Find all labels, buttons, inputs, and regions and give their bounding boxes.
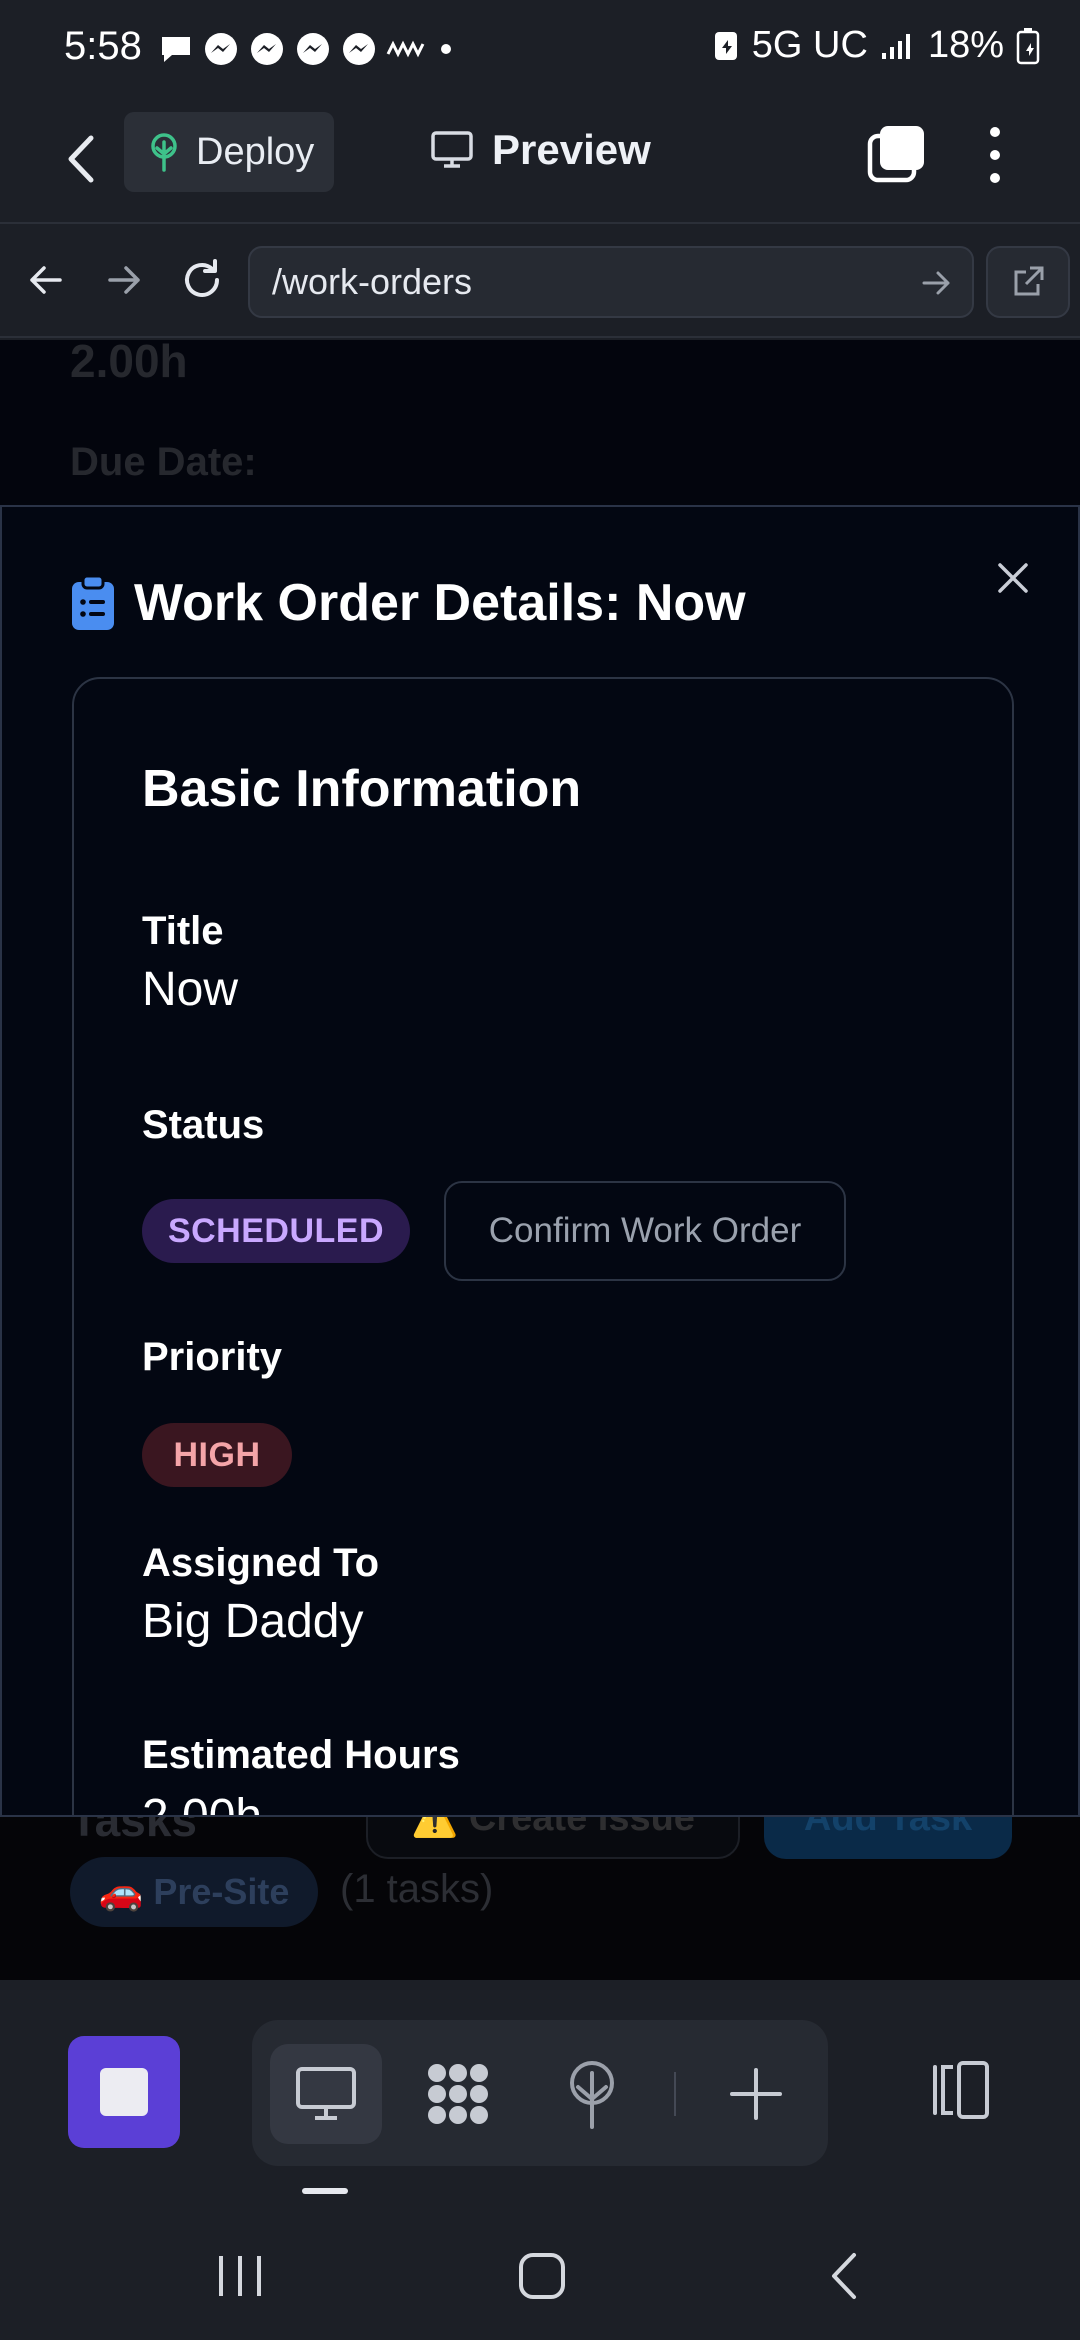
screen: 5:58 5G UC 18% Deploy Preview /work-orde… <box>0 0 1080 2340</box>
apps-view-button[interactable] <box>402 2044 514 2144</box>
work-order-modal: Work Order Details: Now Basic Informatio… <box>0 505 1080 1817</box>
messenger-icon <box>343 33 375 65</box>
panel-toggle-icon <box>933 2061 989 2119</box>
stop-button[interactable] <box>68 2036 180 2148</box>
estimated-hours-value: 2.00h <box>142 1790 263 1817</box>
chevron-left-icon <box>68 135 94 183</box>
confirm-work-order-button[interactable]: Confirm Work Order <box>444 1181 846 1281</box>
status-badge: SCHEDULED <box>142 1199 410 1263</box>
url-bar: /work-orders <box>0 226 1080 338</box>
toolbar-separator <box>674 2072 676 2116</box>
monitor-icon <box>296 2067 356 2120</box>
battery-percent: 18% <box>927 24 1004 66</box>
messenger-icon <box>205 33 237 65</box>
preview-view-button[interactable] <box>270 2044 382 2144</box>
deploy-button[interactable]: Deploy <box>124 112 334 192</box>
network-label: 5G UC <box>751 24 868 66</box>
arrow-left-icon <box>30 266 62 294</box>
status-right: 5G UC 18% <box>712 24 1040 67</box>
more-vertical-icon <box>990 127 1000 183</box>
back-button[interactable] <box>50 126 110 192</box>
modal-title-text: Work Order Details: Now <box>134 574 746 632</box>
close-icon <box>998 563 1028 593</box>
battery-icon <box>1016 27 1040 64</box>
deploy-view-button[interactable] <box>536 2044 648 2144</box>
home-icon <box>519 2253 565 2299</box>
section-title: Basic Information <box>142 760 582 818</box>
recents-button[interactable] <box>200 2246 280 2306</box>
dot-icon <box>441 44 451 54</box>
status-time: 5:58 <box>64 24 142 68</box>
title-label: Title <box>142 909 224 953</box>
app-header: Deploy Preview <box>0 100 1080 224</box>
tabs-button[interactable] <box>866 124 926 184</box>
preview-label: Preview <box>492 126 651 173</box>
modal-title: Work Order Details: Now <box>70 573 746 633</box>
messenger-icon <box>251 33 283 65</box>
estimated-hours-label: Estimated Hours <box>142 1733 460 1777</box>
message-icon <box>162 37 190 62</box>
tabs-icon <box>867 126 924 183</box>
clipboard-list-icon <box>72 574 114 630</box>
basic-info-card: Basic Information Title Now Status SCHED… <box>72 677 1014 1817</box>
bottom-toolbar <box>0 1980 1080 2210</box>
system-navigation-bar <box>0 2210 1080 2340</box>
grid-dots-icon <box>428 2064 488 2124</box>
signal-icon <box>881 33 910 59</box>
system-back-button[interactable] <box>804 2246 884 2306</box>
battery-saver-icon <box>714 31 737 60</box>
status-label: Status <box>142 1103 265 1147</box>
monitor-icon <box>431 131 473 168</box>
deploy-tree-icon <box>151 133 177 172</box>
deploy-label: Deploy <box>196 130 315 173</box>
arrow-right-icon <box>108 266 140 294</box>
preview-title: Preview <box>430 126 651 174</box>
url-input[interactable]: /work-orders <box>248 246 974 318</box>
go-arrow-icon[interactable] <box>920 266 954 300</box>
plus-icon <box>730 2068 782 2120</box>
priority-label: Priority <box>142 1335 283 1379</box>
page-bottom-section: Tasks ⚠️ Create Issue Add Task 🚗 Pre-Sit… <box>0 1777 1080 1980</box>
browser-forward-button[interactable] <box>98 254 150 306</box>
notification-icons <box>158 30 458 68</box>
more-options-button[interactable] <box>980 120 1010 190</box>
stop-icon <box>100 2068 148 2116</box>
assigned-to-label: Assigned To <box>142 1541 380 1585</box>
reload-button[interactable] <box>176 254 228 306</box>
url-text: /work-orders <box>272 261 473 302</box>
title-value: Now <box>142 963 239 1016</box>
side-panel-button[interactable] <box>920 2040 996 2140</box>
recents-icon <box>219 2256 261 2296</box>
add-button[interactable] <box>700 2044 812 2144</box>
home-button[interactable] <box>502 2246 582 2306</box>
hours-fragment: 2.00h <box>70 335 188 387</box>
task-count: (1 tasks) <box>340 1867 494 1911</box>
chevron-left-icon <box>832 2253 856 2299</box>
reload-icon <box>185 259 219 297</box>
messenger-icon <box>297 33 329 65</box>
deploy-tree-icon <box>570 2061 614 2129</box>
open-external-button[interactable] <box>986 246 1070 318</box>
external-link-icon <box>1014 266 1044 296</box>
pre-site-badge[interactable]: 🚗 Pre-Site <box>70 1857 318 1927</box>
wavy-icon <box>386 40 425 58</box>
assigned-to-value: Big Daddy <box>142 1595 364 1648</box>
due-date-label: Due Date: <box>70 440 257 484</box>
view-switcher <box>252 2020 828 2166</box>
active-indicator <box>302 2188 348 2194</box>
priority-badge: HIGH <box>142 1423 292 1487</box>
close-button[interactable] <box>992 557 1034 599</box>
status-bar: 5:58 5G UC 18% <box>0 0 1080 100</box>
browser-back-button[interactable] <box>20 254 72 306</box>
